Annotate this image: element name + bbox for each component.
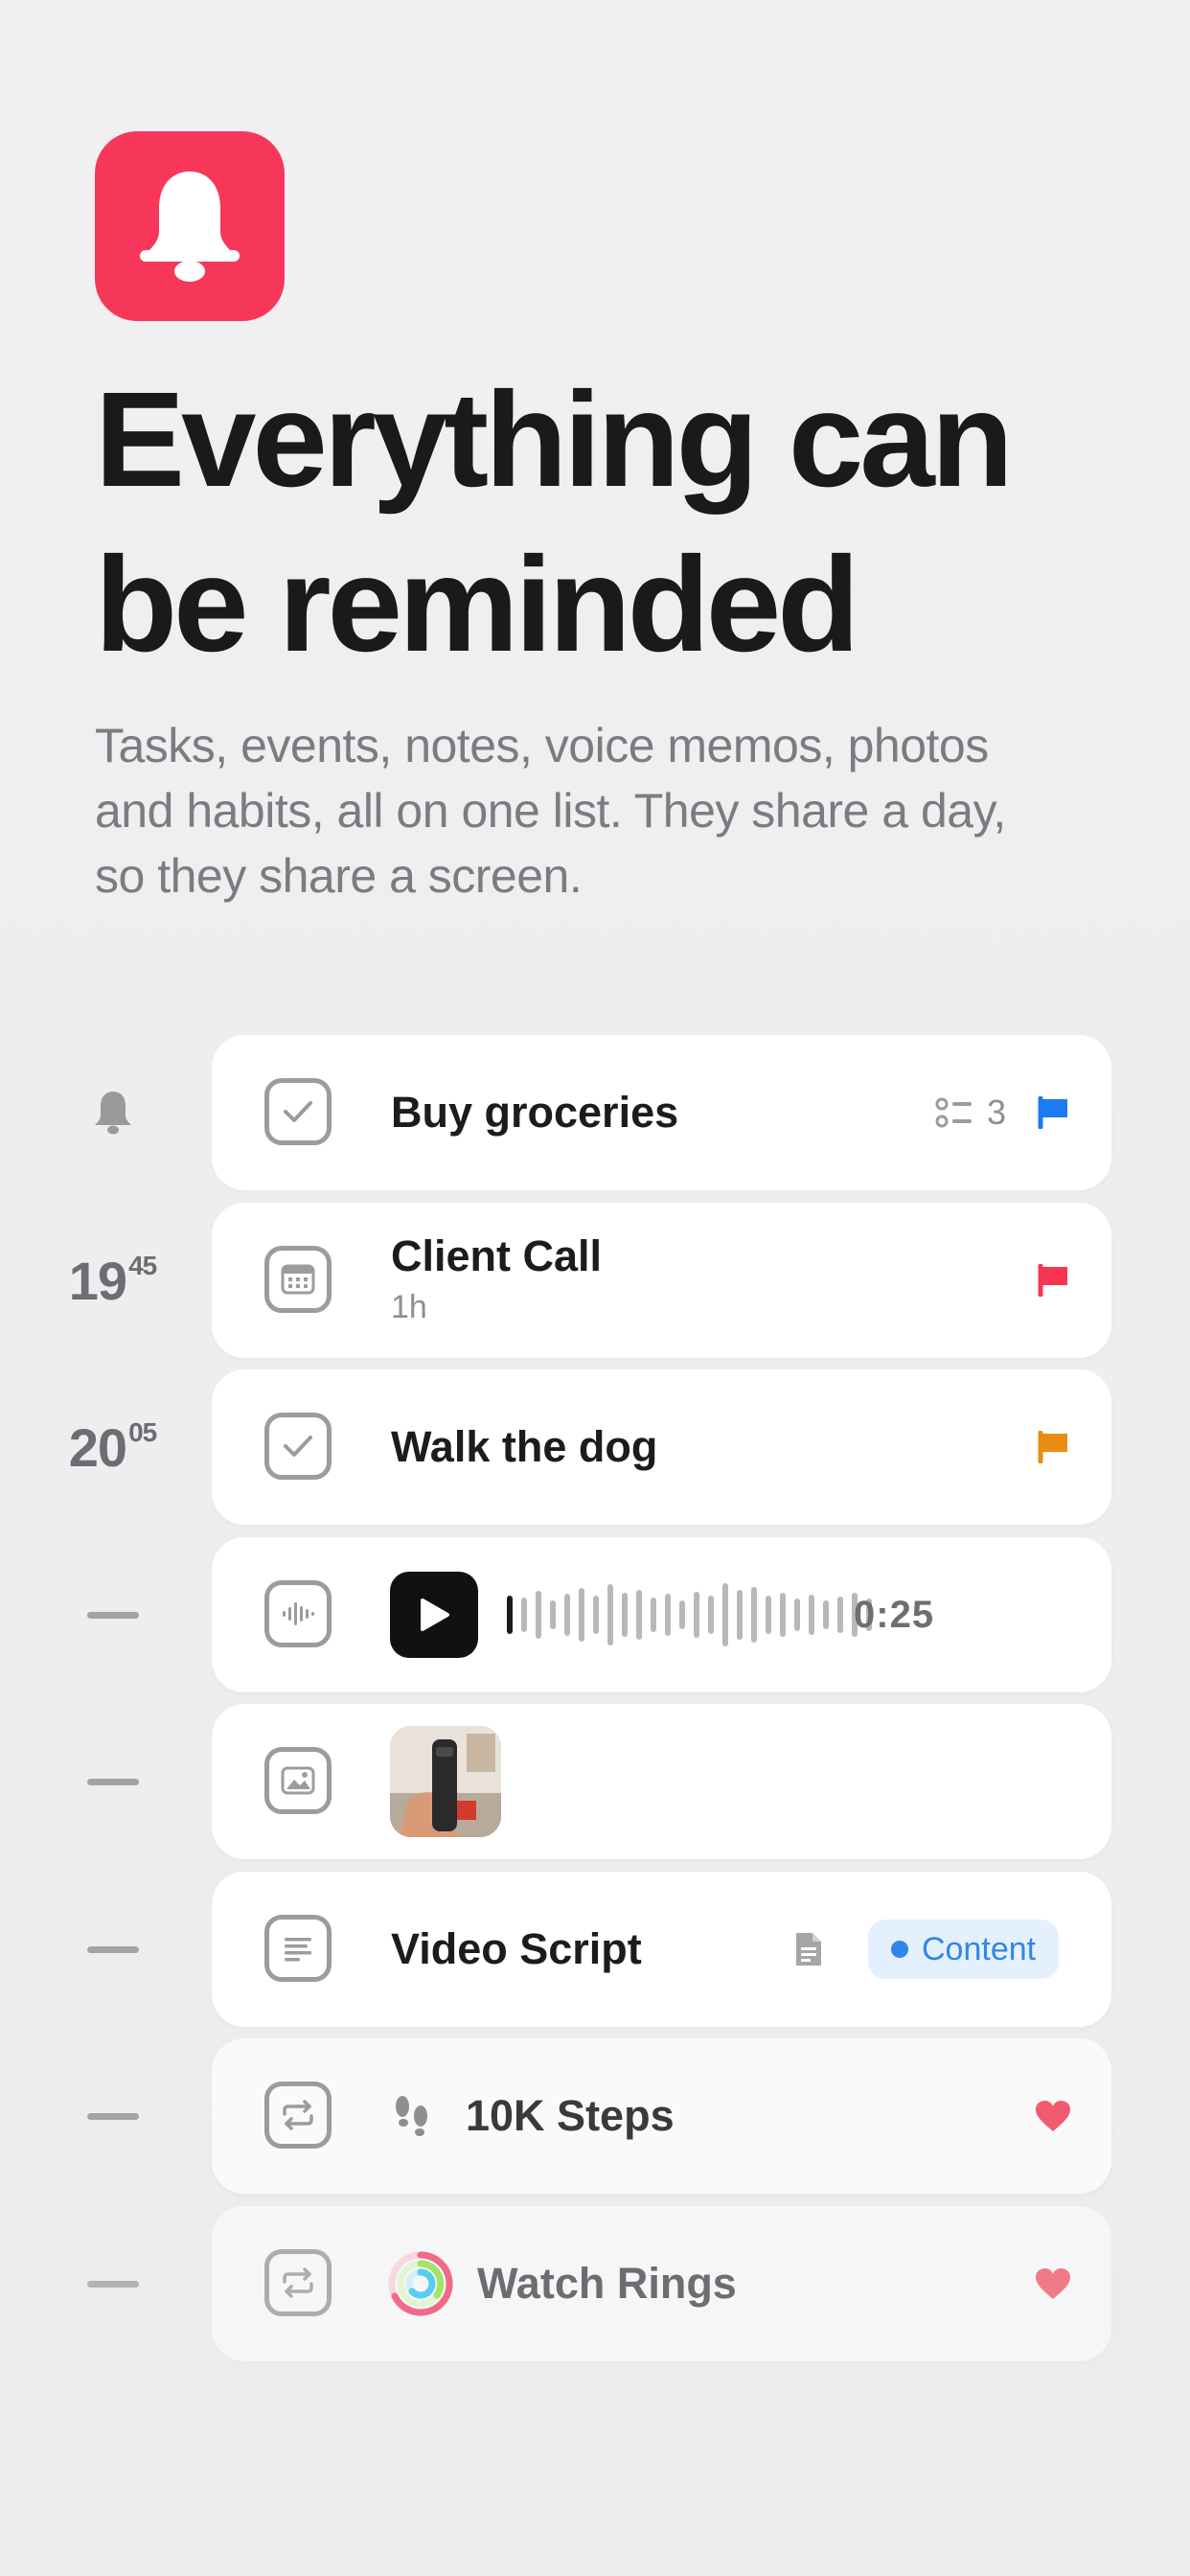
reminder-card[interactable]: 0:25 <box>212 1537 1111 1692</box>
reminder-card[interactable]: Client Call 1h <box>212 1203 1111 1358</box>
reminder-title: Buy groceries <box>391 1088 679 1137</box>
list-item-watch-rings[interactable]: Watch Rings <box>0 2206 1190 2361</box>
row-lead <box>0 1704 225 1859</box>
heart-icon <box>1034 2206 1072 2361</box>
dash <box>86 1945 139 1953</box>
play-icon <box>421 1598 449 1631</box>
headline-line-1: Everything can <box>95 363 1014 515</box>
activity-rings-icon <box>387 2206 454 2361</box>
reminder-card[interactable]: Video Script Content <box>212 1872 1111 2027</box>
bell-icon <box>140 172 240 282</box>
bell-icon <box>94 1092 131 1135</box>
habit-title: Watch Rings <box>477 2259 737 2308</box>
reminder-card[interactable]: Walk the dog <box>212 1369 1111 1525</box>
row-lead <box>0 2038 225 2194</box>
photo-icon <box>264 1747 332 1814</box>
dash <box>86 2112 139 2120</box>
subtask-count: 3 <box>935 1035 1006 1190</box>
note-icon <box>264 1915 332 1982</box>
habit-card[interactable]: Watch Rings <box>212 2206 1111 2361</box>
list-item-voice-memo[interactable]: 0:25 <box>0 1537 1190 1692</box>
reminder-card[interactable]: Buy groceries 3 <box>212 1035 1111 1190</box>
time-hour: 19 <box>68 1250 127 1311</box>
checkbox-icon[interactable] <box>264 1413 332 1480</box>
subtask-count-value: 3 <box>987 1092 1007 1132</box>
list-item-video-script[interactable]: Video Script Content <box>0 1872 1190 2027</box>
flag-icon <box>1038 1203 1070 1358</box>
app-icon <box>95 131 285 321</box>
headline-line-2: be reminded <box>95 528 859 679</box>
event-duration: 1h <box>391 1289 427 1325</box>
list-item-walk-the-dog[interactable]: 2005 Walk the dog <box>0 1369 1190 1525</box>
reminder-title: Video Script <box>391 1924 642 1973</box>
headline: Everything can be reminded <box>95 356 1130 686</box>
row-lead <box>0 1035 225 1190</box>
repeat-icon <box>264 2249 332 2316</box>
list-item-photo[interactable] <box>0 1704 1190 1859</box>
event-title: Client Call <box>391 1231 603 1280</box>
habit-title: 10K Steps <box>466 2091 675 2140</box>
tag-content[interactable]: Content <box>868 1920 1060 1979</box>
document-icon <box>793 1872 824 2027</box>
dash <box>86 2280 139 2288</box>
time-hour: 20 <box>68 1416 127 1478</box>
list-item-buy-groceries[interactable]: Buy groceries 3 <box>0 1035 1190 1190</box>
tag-dot <box>891 1941 908 1958</box>
heart-icon <box>1034 2038 1072 2194</box>
calendar-icon <box>264 1246 332 1313</box>
row-lead-time: 1945 <box>0 1203 225 1358</box>
audio-duration: 0:25 <box>854 1593 935 1636</box>
dash <box>86 1611 139 1619</box>
reminder-card[interactable] <box>212 1704 1111 1859</box>
repeat-icon <box>264 2082 332 2149</box>
row-lead <box>0 1872 225 2027</box>
time-minute: 05 <box>128 1416 157 1447</box>
waveform-icon <box>264 1580 332 1647</box>
reminder-title: Walk the dog <box>391 1422 658 1471</box>
photo-thumbnail[interactable] <box>390 1726 501 1837</box>
list-item-client-call[interactable]: 1945 Client Call 1h <box>0 1203 1190 1358</box>
flag-icon <box>1038 1035 1070 1190</box>
list-item-10k-steps[interactable]: 10K Steps <box>0 2038 1190 2194</box>
reminder-title: Client Call 1h <box>391 1231 602 1326</box>
checkbox-icon[interactable] <box>264 1078 332 1145</box>
audio-waveform[interactable] <box>507 1583 872 1646</box>
tag-label: Content <box>922 1930 1037 1967</box>
flag-icon <box>1038 1369 1070 1525</box>
subtitle: Tasks, events, notes, voice memos, photo… <box>95 719 1006 903</box>
footsteps-icon <box>391 2038 433 2194</box>
checklist-icon <box>935 1097 972 1128</box>
dash <box>86 1778 139 1785</box>
time-minute: 45 <box>128 1250 157 1280</box>
row-lead-time: 2005 <box>0 1369 225 1525</box>
row-lead <box>0 2206 225 2361</box>
habit-card[interactable]: 10K Steps <box>212 2038 1111 2194</box>
row-lead <box>0 1537 225 1692</box>
play-button[interactable] <box>390 1572 478 1658</box>
